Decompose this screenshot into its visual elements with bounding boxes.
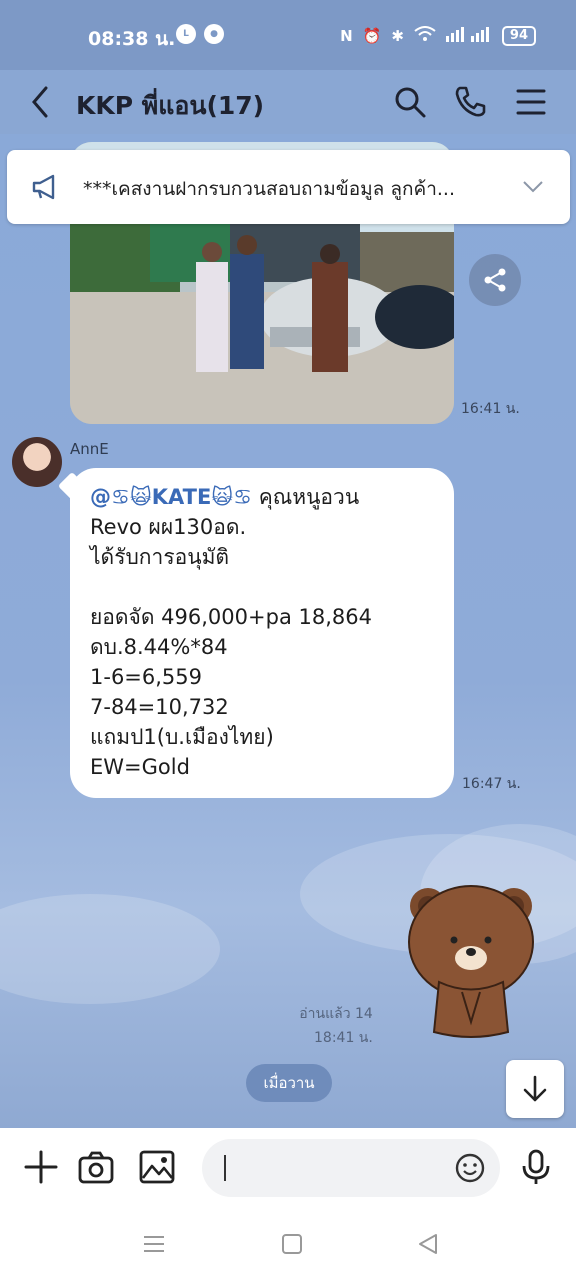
message-input-bar [0, 1128, 576, 1208]
voice-button[interactable] [517, 1148, 555, 1186]
message-timestamp: 16:47 น. [462, 776, 521, 792]
chat-title[interactable]: KKP พี่แอน(17) [76, 86, 264, 126]
share-button[interactable] [469, 254, 521, 306]
chevron-down-icon[interactable] [522, 180, 544, 194]
battery-indicator: 94 [501, 26, 536, 46]
menu-button[interactable] [513, 84, 549, 120]
plus-icon [24, 1150, 58, 1184]
pinned-announcement[interactable]: ***เคสงานฝากรบกวนสอบถามข้อมูล ลูกค้า... [7, 150, 570, 224]
call-button[interactable] [452, 84, 488, 120]
status-notification-icons: L ● [176, 24, 224, 44]
chat-header: KKP พี่แอน(17) [0, 70, 576, 134]
date-separator: เมื่อวาน [246, 1064, 332, 1102]
camera-icon [78, 1151, 114, 1184]
search-icon [395, 87, 426, 118]
line-app-icon: L [176, 24, 196, 44]
read-count: อ่านแล้ว 14 [299, 1006, 373, 1022]
pinned-text: ***เคสงานฝากรบกวนสอบถามข้อมูล ลูกค้า... [83, 178, 455, 200]
message-line: 7-84=10,732 [90, 695, 229, 719]
photo-timestamp: 16:41 น. [461, 401, 520, 417]
system-nav-bar [0, 1208, 576, 1280]
triangle-back-icon [419, 1234, 437, 1254]
message-input[interactable] [202, 1139, 500, 1197]
signal-icon [445, 26, 492, 46]
message-line: EW=Gold [90, 755, 190, 779]
message-line: ดบ.8.44%*84 [90, 635, 228, 659]
message-line: 1-6=6,559 [90, 665, 203, 689]
nfc-icon: N [340, 27, 353, 45]
add-button[interactable] [22, 1148, 60, 1186]
recents-button[interactable] [142, 1232, 166, 1256]
menu-icon [144, 1236, 164, 1252]
status-system-icons: N ⏰ ✱ 94 [340, 26, 536, 46]
sender-name: AnnE [70, 440, 109, 458]
chevron-left-icon [32, 86, 48, 118]
mention-tag[interactable]: @♋🙀KATE🙀♋ [90, 485, 252, 509]
menu-icon [516, 89, 546, 115]
status-time: 08:38 น. [88, 28, 176, 50]
status-bar: 08:38 น. L ● N ⏰ ✱ 94 [0, 0, 576, 70]
home-button[interactable] [280, 1232, 304, 1256]
message-bubble[interactable]: @♋🙀KATE🙀♋ คุณหนูอวน Revo ผผ130อด. ได้รับ… [57, 468, 454, 798]
image-icon [139, 1150, 175, 1184]
sticker-timestamp: 18:41 น. [314, 1030, 373, 1046]
alarm-icon: ⏰ [362, 27, 382, 45]
message-line [90, 572, 434, 602]
mic-icon [522, 1149, 550, 1184]
back-button[interactable] [26, 84, 56, 120]
arrow-down-icon [523, 1075, 547, 1102]
message-line: Revo ผผ130อด. [90, 515, 247, 539]
back-nav-button[interactable] [416, 1232, 440, 1256]
share-icon [484, 268, 506, 292]
read-receipt: อ่านแล้ว 14 18:41 น. [296, 1002, 373, 1050]
bluetooth-icon: ✱ [391, 27, 404, 45]
search-button[interactable] [392, 84, 428, 120]
message-line: ได้รับการอนุมัติ [90, 545, 230, 569]
phone-icon [455, 86, 486, 117]
message-line: คุณหนูอวน [258, 485, 360, 509]
app-notification-icon: ● [204, 24, 224, 44]
bear-sticker[interactable] [404, 872, 538, 1042]
scroll-to-bottom-button[interactable] [506, 1060, 564, 1118]
wifi-icon [414, 26, 436, 46]
message-line: ยอดจัด 496,000+pa 18,864 [90, 605, 372, 629]
emoji-icon [455, 1153, 485, 1183]
square-icon [282, 1234, 302, 1254]
message-line: แถมป1(บ.เมืองไทย) [90, 725, 274, 749]
megaphone-icon [32, 174, 55, 200]
chat-messages[interactable]: 16:41 น. AnnE @♋🙀KATE🙀♋ คุณหนูอวน Revo ผ… [0, 134, 576, 1128]
gallery-button[interactable] [138, 1148, 176, 1186]
sender-avatar[interactable] [12, 437, 62, 487]
emoji-button[interactable] [454, 1152, 486, 1184]
camera-button[interactable] [77, 1148, 115, 1186]
